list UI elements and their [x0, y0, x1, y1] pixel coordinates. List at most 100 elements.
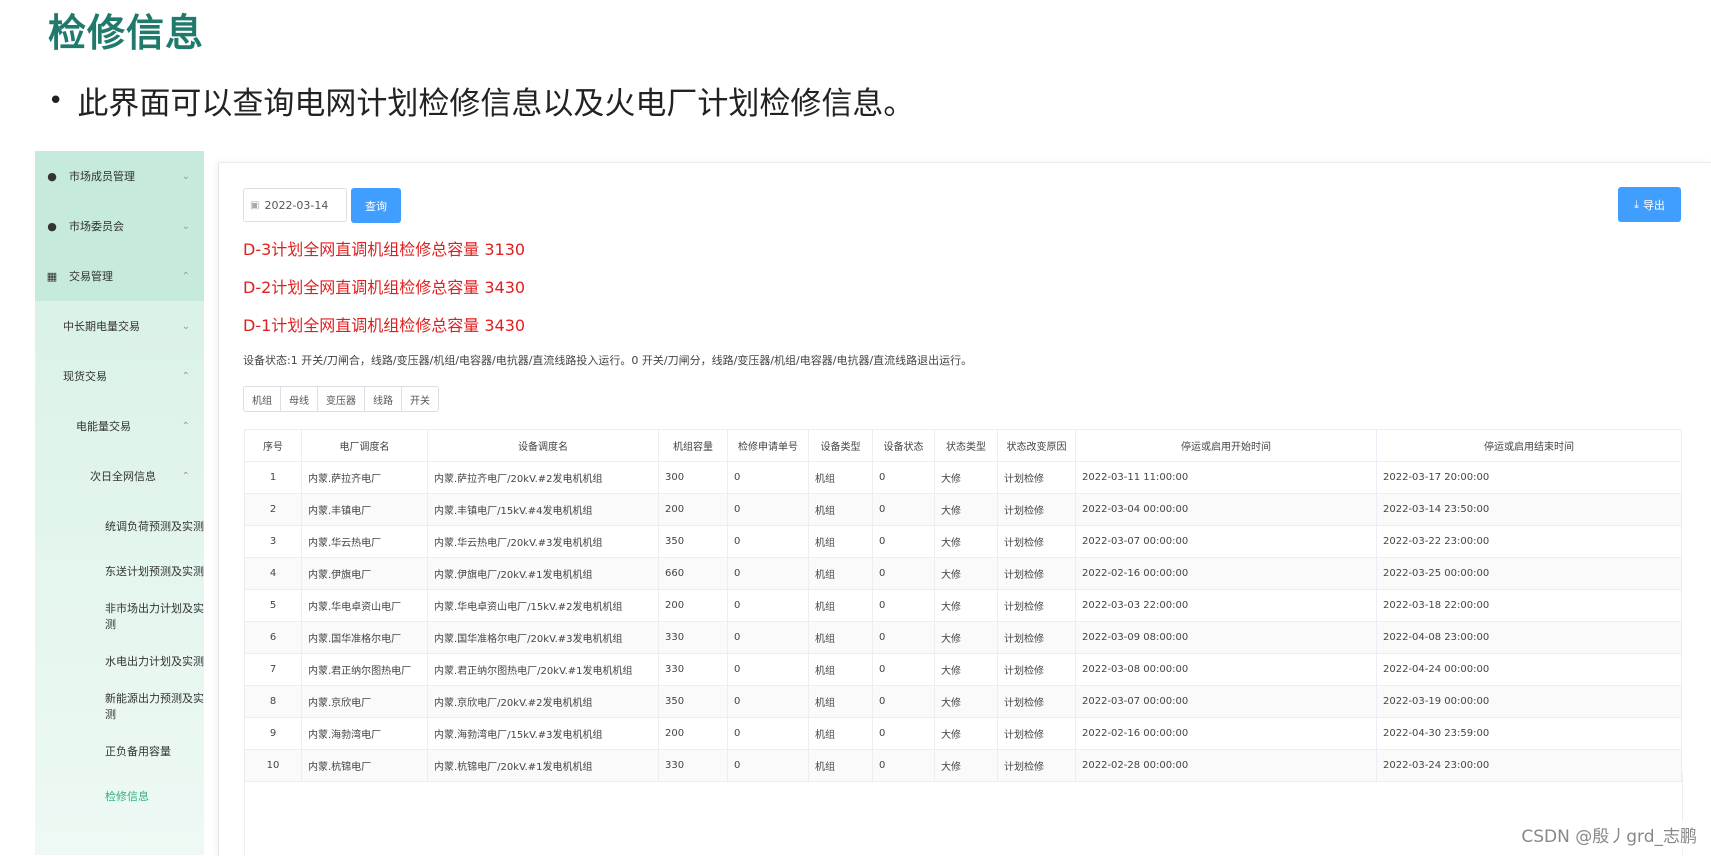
sidebar-item-energy-trade[interactable]: 电能量交易 ⌃: [35, 401, 204, 451]
table-cell: 内蒙.丰镇电厂/15kV.#4发电机机组: [427, 493, 659, 526]
bullet-dot-icon: •: [48, 85, 64, 116]
column-header[interactable]: 机组容量: [658, 429, 728, 462]
table-cell: 计划检修: [997, 717, 1076, 750]
table-cell: 2022-03-18 22:00:00: [1376, 589, 1682, 622]
table-row[interactable]: 8 内蒙.京欣电厂 内蒙.京欣电厂/20kV.#2发电机机组 350 0 机组 0 大修 计划检…: [244, 685, 1682, 718]
table-body: 1 内蒙.萨拉齐电厂 内蒙.萨拉齐电厂/20kV.#2发电机机组 300 0 机组 0 大修计…: [244, 461, 1682, 782]
table-cell: 0: [872, 685, 935, 718]
table-row[interactable]: 7 内蒙.君正纳尔图热电厂 内蒙.君正纳尔图热电厂/20kV.#1发电机机组 330 0…: [244, 653, 1682, 686]
table-cell: 内蒙.丰镇电厂: [301, 493, 428, 526]
table-row[interactable]: 3 内蒙.华云热电厂 内蒙.华云热电厂/20kV.#3发电机机组 350 0 机组 0 大修计…: [244, 525, 1682, 558]
table-cell: 350: [658, 525, 728, 558]
column-header[interactable]: 电厂调度名: [301, 429, 428, 462]
column-header[interactable]: 设备状态: [872, 429, 935, 462]
table-cell: 机组: [808, 461, 873, 494]
user-icon: ●: [47, 169, 57, 183]
table-cell: 机组: [808, 653, 873, 686]
table-cell: 内蒙.海勃湾电厂/15kV.#3发电机机组: [427, 717, 659, 750]
sidebar-item-maintenance-info[interactable]: 检修信息: [35, 771, 204, 821]
tab-bus[interactable]: 母线: [281, 387, 318, 411]
table-row[interactable]: 6 内蒙.国华准格尔电厂 内蒙.国华准格尔电厂/20kV.#3发电机机组 330 0 机组…: [244, 621, 1682, 654]
sidebar-item-market-committee[interactable]: ● 市场委员会 ⌄: [35, 201, 204, 251]
table-cell: 大修: [934, 653, 998, 686]
table-cell: 0: [727, 461, 809, 494]
table-cell: 机组: [808, 717, 873, 750]
table-cell: 0: [727, 557, 809, 590]
table-row[interactable]: 2 内蒙.丰镇电厂 内蒙.丰镇电厂/15kV.#4发电机机组 200 0 机组 0 大修 计划检…: [244, 493, 1682, 526]
sidebar-item-reserve-capacity[interactable]: 正负备用容量: [35, 726, 204, 776]
sidebar-item-market-members[interactable]: ● 市场成员管理 ⌄: [35, 151, 204, 201]
table-cell: 大修: [934, 461, 998, 494]
column-header[interactable]: 设备调度名: [427, 429, 659, 462]
table-cell: 内蒙.伊旗电厂/20kV.#1发电机机组: [427, 557, 659, 590]
table-cell: 2022-03-04 00:00:00: [1075, 493, 1377, 526]
sidebar-item-label: 检修信息: [105, 790, 149, 803]
column-header[interactable]: 停运或启用结束时间: [1376, 429, 1682, 462]
sidebar-item-new-energy-output[interactable]: 新能源出力预测及实测: [35, 681, 204, 731]
slide-title: 检修信息: [48, 11, 205, 55]
column-header[interactable]: 序号: [244, 429, 302, 462]
column-header[interactable]: 状态类型: [934, 429, 998, 462]
tab-transformer[interactable]: 变压器: [318, 387, 365, 411]
date-picker[interactable]: ▣ 2022-03-14: [243, 188, 347, 222]
table-row[interactable]: 4 内蒙.伊旗电厂 内蒙.伊旗电厂/20kV.#1发电机机组 660 0 机组 0 大修 计划检…: [244, 557, 1682, 590]
sidebar-item-label: 正负备用容量: [105, 745, 171, 758]
sidebar-item-load-forecast[interactable]: 统调负荷预测及实测: [35, 501, 204, 551]
query-button[interactable]: 查询: [351, 188, 401, 223]
tab-line[interactable]: 线路: [365, 387, 402, 411]
table-cell: 内蒙.华云热电厂/20kV.#3发电机机组: [427, 525, 659, 558]
tab-unit[interactable]: 机组: [244, 387, 281, 411]
table-cell: 内蒙.海勃湾电厂: [301, 717, 428, 750]
table-cell: 660: [658, 557, 728, 590]
table-cell: 内蒙.华电卓资山电厂/15kV.#2发电机机组: [427, 589, 659, 622]
table-cell: 2022-04-24 00:00:00: [1376, 653, 1682, 686]
sidebar-item-medium-long-term[interactable]: 中长期电量交易 ⌄: [35, 301, 204, 351]
table-cell: 330: [658, 653, 728, 686]
table-cell: 内蒙.华电卓资山电厂: [301, 589, 428, 622]
table-empty-area: [244, 773, 1683, 855]
table-cell: 大修: [934, 685, 998, 718]
table-cell: 计划检修: [997, 461, 1076, 494]
table-cell: 计划检修: [997, 653, 1076, 686]
sidebar-item-east-transmission[interactable]: 东送计划预测及实测: [35, 546, 204, 596]
sidebar-item-hydro-output[interactable]: 水电出力计划及实测: [35, 636, 204, 686]
table-row[interactable]: 5 内蒙.华电卓资山电厂 内蒙.华电卓资山电厂/15kV.#2发电机机组 200 0 机组…: [244, 589, 1682, 622]
table-row[interactable]: 9 内蒙.海勃湾电厂 内蒙.海勃湾电厂/15kV.#3发电机机组 200 0 机组 0 大修计…: [244, 717, 1682, 750]
sidebar-item-label: 电能量交易: [76, 420, 131, 433]
chevron-down-icon: ⌄: [181, 320, 190, 332]
download-icon: ⤓: [1634, 197, 1639, 211]
column-header[interactable]: 设备类型: [808, 429, 873, 462]
column-header[interactable]: 检修申请单号: [727, 429, 809, 462]
table-cell: 5: [244, 589, 302, 622]
table-cell: 8: [244, 685, 302, 718]
capacity-d1: D-1计划全网直调机组检修总容量 3430: [243, 316, 526, 335]
sidebar-item-label: 统调负荷预测及实测: [105, 520, 204, 533]
table-cell: 0: [727, 685, 809, 718]
slide-bullet-text: 此界面可以查询电网计划检修信息以及火电厂计划检修信息。: [77, 86, 915, 122]
table-cell: 计划检修: [997, 621, 1076, 654]
table-cell: 内蒙.华云热电厂: [301, 525, 428, 558]
table-cell: 2022-03-11 11:00:00: [1075, 461, 1377, 494]
table-cell: 内蒙.君正纳尔图热电厂: [301, 653, 428, 686]
table-cell: 内蒙.萨拉齐电厂: [301, 461, 428, 494]
column-header[interactable]: 状态改变原因: [997, 429, 1076, 462]
export-button[interactable]: ⤓ 导出: [1618, 187, 1681, 222]
column-header[interactable]: 停运或启用开始时间: [1075, 429, 1377, 462]
table-cell: 机组: [808, 493, 873, 526]
table-row[interactable]: 1 内蒙.萨拉齐电厂 内蒙.萨拉齐电厂/20kV.#2发电机机组 300 0 机组 0 大修计…: [244, 461, 1682, 494]
table-cell: 0: [727, 717, 809, 750]
table-cell: 0: [727, 653, 809, 686]
table-cell: 0: [872, 589, 935, 622]
sidebar-item-non-market-output[interactable]: 非市场出力计划及实测: [35, 591, 204, 641]
table-cell: 1: [244, 461, 302, 494]
tab-switch[interactable]: 开关: [402, 387, 438, 411]
table-cell: 0: [872, 653, 935, 686]
table-cell: 大修: [934, 525, 998, 558]
table-cell: 300: [658, 461, 728, 494]
table-cell: 9: [244, 717, 302, 750]
table-cell: 机组: [808, 621, 873, 654]
sidebar-item-next-day-info[interactable]: 次日全网信息 ⌃: [35, 451, 204, 501]
sidebar-item-trade-management[interactable]: ▦ 交易管理 ⌃: [35, 251, 204, 301]
chevron-up-icon: ⌃: [181, 370, 190, 382]
sidebar-item-spot-trade[interactable]: 现货交易 ⌃: [35, 351, 204, 401]
